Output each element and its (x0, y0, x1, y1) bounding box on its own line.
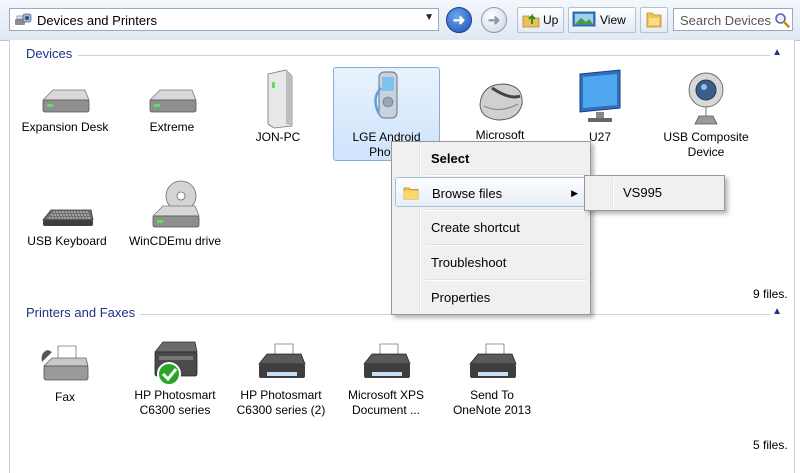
menu-gutter (612, 178, 614, 208)
context-menu: Select Browse files ▶ Create shortcut Tr… (391, 141, 591, 315)
menu-item-label: Troubleshoot (431, 255, 507, 270)
printer-icon (440, 340, 544, 388)
submenu-arrow-icon: ▶ (571, 188, 578, 198)
device-label: USB Keyboard (27, 234, 107, 248)
printers-count: 5 files. (753, 438, 788, 452)
devices-group-header[interactable]: Devices ▲ (10, 46, 794, 64)
arrow-left-icon: ➜ (452, 12, 466, 29)
menu-item-select[interactable]: Select (395, 143, 587, 173)
devices-count: 9 files. (753, 287, 788, 301)
menu-item-label: Properties (431, 290, 491, 305)
printer-label: Send To (470, 388, 514, 402)
printer-send-to-onenote[interactable]: Send To OneNote 2013 (440, 340, 544, 418)
menu-item-create-shortcut[interactable]: Create shortcut (395, 212, 587, 242)
menu-separator (425, 174, 586, 176)
printer-label-line2: Document ... (351, 403, 421, 417)
device-label: JON-PC (255, 130, 301, 144)
printer-label-line2: OneNote 2013 (452, 403, 532, 417)
menu-item-properties[interactable]: Properties (395, 282, 587, 312)
back-button[interactable]: ➜ (446, 7, 472, 33)
up-button[interactable]: Up (517, 7, 564, 33)
printer-label: HP Photosmart (240, 388, 322, 402)
menu-separator (425, 244, 586, 246)
folders-button[interactable] (640, 7, 668, 33)
folder-tree-icon (645, 9, 663, 32)
printer-icon (226, 340, 336, 388)
device-microsoft[interactable]: Microsoft (450, 74, 550, 143)
menu-separator (425, 279, 586, 281)
device-label: Extreme (149, 120, 195, 134)
device-label: WinCDEmu drive (128, 234, 221, 248)
search-input[interactable]: Search Devices (680, 13, 771, 28)
search-box[interactable]: Search Devices (673, 8, 793, 31)
menu-item-label: Browse files (432, 186, 503, 201)
computer-tower-icon (236, 68, 320, 130)
multifunction-printer-icon (120, 336, 230, 388)
up-label: Up (543, 13, 559, 27)
fax-icon (30, 342, 100, 390)
mouse-icon (450, 74, 550, 128)
folder-icon (403, 185, 419, 204)
search-icon[interactable] (774, 12, 790, 31)
external-drive-icon (122, 82, 222, 120)
printer-hp-c6300-2[interactable]: HP Photosmart C6300 series (2) (226, 340, 336, 418)
webcam-icon (650, 68, 762, 130)
printer-label: Microsoft XPS (347, 388, 425, 402)
address-text: Devices and Printers (37, 13, 157, 28)
collapse-caret-icon[interactable]: ▲ (772, 306, 782, 317)
printer-label: Fax (54, 390, 75, 404)
submenu-item-vs995[interactable]: VS995 (623, 185, 662, 200)
browse-files-submenu: VS995 (584, 175, 725, 211)
device-usb-composite[interactable]: USB Composite Device (650, 68, 762, 160)
arrow-right-icon: ➜ (487, 12, 501, 29)
menu-separator (425, 209, 586, 211)
monitor-icon (560, 68, 640, 130)
folder-up-icon (521, 10, 541, 31)
printer-label-line2: C6300 series (2) (236, 403, 326, 417)
cd-drive-icon (120, 178, 230, 234)
menu-item-troubleshoot[interactable]: Troubleshoot (395, 247, 587, 277)
mobile-phone-icon (334, 68, 439, 130)
group-divider (78, 55, 770, 56)
printers-group-title: Printers and Faxes (26, 305, 136, 320)
menu-item-label: Select (431, 151, 470, 166)
external-drive-icon (10, 82, 120, 120)
address-dropdown-icon[interactable]: ▼ (424, 12, 434, 23)
device-expansion-desk[interactable]: Expansion Desk (10, 82, 120, 135)
printer-icon (334, 340, 438, 388)
printer-microsoft-xps[interactable]: Microsoft XPS Document ... (334, 340, 438, 418)
forward-button[interactable]: ➜ (481, 7, 507, 33)
view-icon (572, 10, 596, 31)
printer-label: HP Photosmart (134, 388, 216, 402)
device-jon-pc[interactable]: JON-PC (236, 68, 320, 145)
printer-hp-c6300[interactable]: HP Photosmart C6300 series (120, 336, 230, 418)
device-extreme[interactable]: Extreme (122, 82, 222, 135)
device-u27[interactable]: U27 (560, 68, 640, 145)
devices-printers-icon (14, 12, 32, 31)
printer-fax[interactable]: Fax (30, 342, 100, 405)
keyboard-icon (12, 200, 122, 234)
menu-item-label: Create shortcut (431, 220, 520, 235)
collapse-caret-icon[interactable]: ▲ (772, 47, 782, 58)
device-label: Expansion Desk (21, 120, 109, 134)
device-label-line2: Device (687, 145, 725, 159)
toolbar: Devices and Printers ▼ ➜ ➜ Up View Searc… (0, 0, 800, 41)
printer-label-line2: C6300 series (139, 403, 211, 417)
devices-group-title: Devices (26, 46, 73, 61)
device-wincdemu-drive[interactable]: WinCDEmu drive (120, 178, 230, 249)
device-label: USB Composite (663, 130, 749, 144)
address-bar[interactable]: Devices and Printers ▼ (9, 8, 439, 31)
menu-item-browse-files[interactable]: Browse files ▶ (395, 177, 587, 207)
view-button[interactable]: View (568, 7, 636, 33)
view-label: View (600, 13, 626, 27)
device-usb-keyboard[interactable]: USB Keyboard (12, 200, 122, 249)
